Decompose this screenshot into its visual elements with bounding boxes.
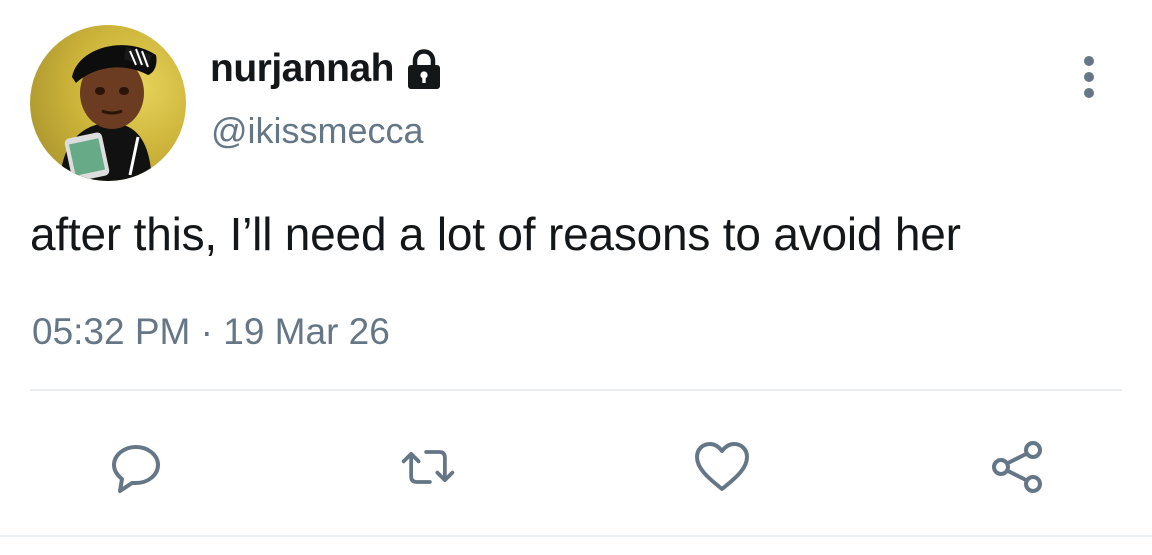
like-button[interactable]	[692, 437, 752, 497]
display-name[interactable]: nurjannah	[210, 47, 395, 91]
bottom-divider	[0, 535, 1152, 537]
divider	[30, 389, 1122, 391]
retweet-icon	[401, 450, 455, 484]
lock-icon	[408, 49, 441, 89]
author-handle[interactable]: @ikissmecca	[211, 110, 424, 152]
tweet-text: after this, I’ll need a lot of reasons t…	[30, 208, 961, 260]
retweet-button[interactable]	[398, 437, 458, 497]
share-icon	[992, 441, 1042, 493]
author-name-row: nurjannah	[210, 44, 444, 94]
reply-button[interactable]	[106, 437, 166, 497]
heart-icon	[695, 442, 749, 491]
avatar-image	[60, 45, 157, 181]
avatar[interactable]	[30, 25, 186, 181]
more-options-icon[interactable]	[1074, 52, 1104, 102]
share-button[interactable]	[988, 437, 1048, 497]
reply-icon	[112, 445, 160, 493]
tweet-card: nurjannah @ikissmecca after this, I’ll n…	[0, 0, 1152, 555]
tweet-timestamp[interactable]: 05:32 PM · 19 Mar 26	[32, 311, 390, 353]
